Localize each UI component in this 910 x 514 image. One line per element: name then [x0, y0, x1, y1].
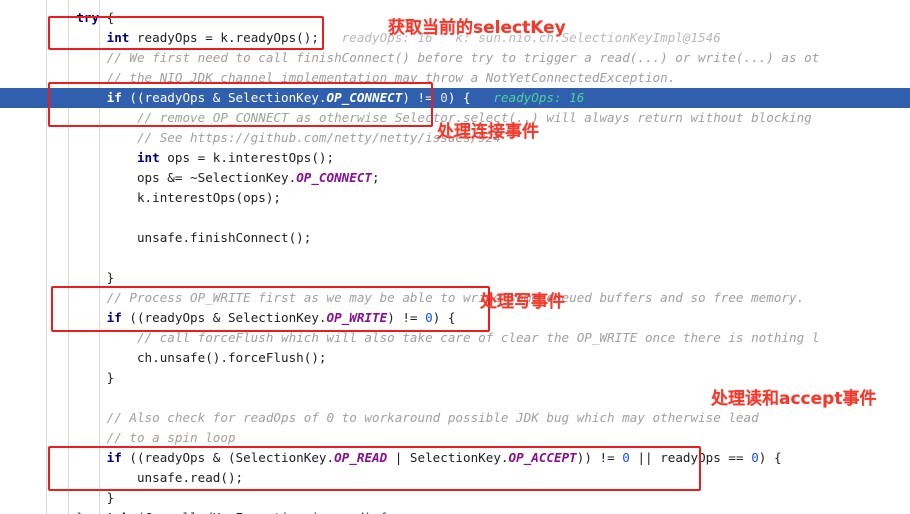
code-token-plain: )) != [576, 450, 623, 465]
code-token-kw: if [106, 310, 122, 325]
code-token-plain: (CancelledKeyException ignored) { [129, 510, 387, 514]
code-line[interactable]: // We first need to call finishConnect()… [0, 48, 910, 68]
code-token-plain: } [106, 490, 115, 505]
code-token-hintgreen: readyOps: 16 [470, 90, 585, 105]
code-line[interactable]: } catch (CancelledKeyException ignored) … [0, 508, 910, 514]
code-token-plain: ch.unsafe().forceFlush(); [136, 350, 327, 365]
code-token-cmt: // Also check for readOps of 0 to workar… [106, 410, 759, 425]
code-token-const: OP_CONNECT [296, 170, 373, 185]
code-token-plain: | SelectionKey. [387, 450, 509, 465]
code-token-plain: ((readyOps & SelectionKey. [121, 90, 327, 105]
code-token-plain: k.interestOps(ops); [136, 190, 282, 205]
code-line[interactable]: int ops = k.interestOps(); [0, 148, 910, 168]
code-token-plain: ) { [447, 90, 471, 105]
code-line[interactable] [0, 208, 910, 228]
code-line[interactable]: } [0, 488, 910, 508]
code-token-num: 0 [425, 310, 433, 325]
code-token-kw: int [106, 30, 130, 45]
code-token-cmt: // We first need to call finishConnect()… [106, 50, 820, 65]
annotation-text-ann-selectkey: 获取当前的selectKey [388, 18, 566, 38]
code-line[interactable] [0, 248, 910, 268]
code-line[interactable]: // Process OP_WRITE first as we may be a… [0, 288, 910, 308]
code-token-plain: ops = k.interestOps(); [159, 150, 335, 165]
code-token-kw: if [106, 450, 122, 465]
code-token-num: 0 [622, 450, 630, 465]
code-token-plain: ) != [387, 310, 426, 325]
code-token-cmt: // to a spin loop [106, 430, 236, 445]
code-token-plain: ) { [758, 450, 782, 465]
code-token-kw: int [136, 150, 160, 165]
code-token-plain: } [106, 270, 115, 285]
code-token-plain: unsafe.finishConnect(); [136, 230, 312, 245]
code-token-plain: } [76, 510, 91, 514]
code-token-cmt: // the NIO JDK channel implementation ma… [106, 70, 676, 85]
code-token-plain: ((readyOps & SelectionKey. [121, 310, 327, 325]
code-token-kw: catch [91, 510, 129, 514]
code-token-const: OP_ACCEPT [508, 450, 577, 465]
annotation-text-ann-connect: 处理连接事件 [437, 122, 539, 142]
code-token-plain: || readyOps == [629, 450, 752, 465]
code-token-plain: ((readyOps & (SelectionKey. [121, 450, 335, 465]
code-line[interactable]: if ((readyOps & (SelectionKey.OP_READ | … [0, 448, 910, 468]
code-line[interactable]: unsafe.finishConnect(); [0, 228, 910, 248]
code-token-plain: readyOps = k.readyOps(); [129, 30, 319, 45]
code-editor[interactable]: try { int readyOps = k.readyOps(); readyO… [0, 0, 910, 514]
code-token-const: OP_READ [334, 450, 388, 465]
code-line[interactable]: } [0, 268, 910, 288]
code-token-kw: try [76, 10, 100, 25]
code-line[interactable]: ops &= ~SelectionKey.OP_CONNECT; [0, 168, 910, 188]
code-token-kw: if [106, 90, 122, 105]
code-lines-container[interactable]: try { int readyOps = k.readyOps(); readyO… [0, 0, 910, 514]
code-token-plain: ) != [402, 90, 441, 105]
code-line[interactable]: // to a spin loop [0, 428, 910, 448]
code-token-cmt: // call forceFlush which will also take … [136, 330, 820, 345]
code-line[interactable]: } [0, 368, 910, 388]
annotation-text-ann-read: 处理读和accept事件 [711, 389, 877, 409]
code-token-plain: unsafe.read(); [136, 470, 244, 485]
code-token-num: 0 [751, 450, 759, 465]
code-token-plain: ) { [432, 310, 456, 325]
code-token-const: OP_CONNECT [326, 90, 403, 105]
code-token-plain: { [99, 10, 115, 25]
code-line[interactable]: // the NIO JDK channel implementation ma… [0, 68, 910, 88]
code-token-plain: ; [372, 170, 380, 185]
code-token-num: 0 [440, 90, 448, 105]
code-token-const: OP_WRITE [326, 310, 388, 325]
code-line[interactable]: ch.unsafe().forceFlush(); [0, 348, 910, 368]
code-line[interactable]: // Also check for readOps of 0 to workar… [0, 408, 910, 428]
code-token-plain: } [106, 370, 115, 385]
code-token-cmt: // Process OP_WRITE first as we may be a… [106, 290, 805, 305]
code-token-plain: ops &= ~SelectionKey. [136, 170, 297, 185]
code-line[interactable]: k.interestOps(ops); [0, 188, 910, 208]
code-line[interactable]: if ((readyOps & SelectionKey.OP_WRITE) !… [0, 308, 910, 328]
code-line[interactable]: if ((readyOps & SelectionKey.OP_CONNECT)… [0, 88, 910, 108]
code-line[interactable]: unsafe.read(); [0, 468, 910, 488]
annotation-text-ann-write: 处理写事件 [480, 292, 565, 312]
code-line[interactable]: // call forceFlush which will also take … [0, 328, 910, 348]
